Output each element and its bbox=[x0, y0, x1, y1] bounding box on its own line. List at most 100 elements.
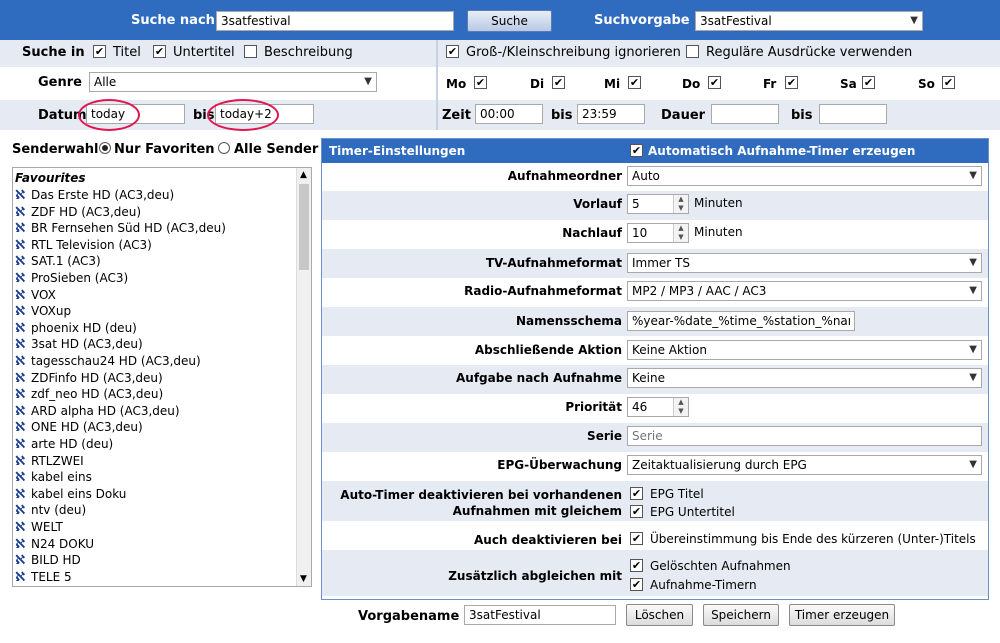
save-button[interactable]: Speichern bbox=[703, 604, 779, 626]
search-button[interactable]: Suche bbox=[467, 10, 552, 32]
list-item[interactable]: ℵ BR Fernsehen Süd HD (AC3,deu) bbox=[15, 221, 295, 237]
day-do-checkbox[interactable] bbox=[708, 76, 721, 89]
search-in-subtitle-checkbox[interactable] bbox=[153, 45, 166, 58]
delete-button[interactable]: Löschen bbox=[626, 604, 693, 626]
list-item[interactable]: ℵ kabel eins bbox=[15, 470, 295, 486]
channel-name: RTL Television (AC3) bbox=[31, 237, 152, 252]
extra-deleted-checkbox[interactable] bbox=[630, 559, 643, 572]
channel-name: kabel eins bbox=[31, 470, 92, 485]
day-fr-checkbox[interactable] bbox=[785, 76, 798, 89]
channel-list[interactable]: Favourites ℵ Das Erste HD (AC3,deu) ℵ ZDF H… bbox=[12, 167, 312, 587]
ignore-case-checkbox[interactable] bbox=[446, 45, 459, 58]
folder-select[interactable]: Auto ▼ bbox=[627, 166, 982, 186]
satellite-channel-icon: ℵ bbox=[15, 287, 26, 303]
list-item[interactable]: ℵ ONE HD (AC3,deu) bbox=[15, 420, 295, 436]
pre-value: 5 bbox=[632, 197, 640, 211]
scroll-thumb[interactable] bbox=[299, 184, 309, 270]
channel-select-label: Senderwahl bbox=[12, 142, 99, 157]
stepper-arrows-icon[interactable]: ▲ ▼ bbox=[673, 195, 688, 213]
day-di-checkbox[interactable] bbox=[552, 76, 565, 89]
auto-timer-checkbox[interactable] bbox=[630, 144, 643, 157]
list-item[interactable]: ℵ N24 DOKU bbox=[15, 537, 295, 553]
chevron-down-icon: ▼ bbox=[364, 76, 372, 87]
name-scheme-input[interactable] bbox=[627, 311, 855, 331]
genre-select-value: Alle bbox=[94, 75, 117, 89]
day-mo-checkbox[interactable] bbox=[474, 76, 487, 89]
search-input[interactable] bbox=[216, 11, 454, 31]
channel-name: BILD HD bbox=[31, 553, 81, 568]
list-item[interactable]: ℵ ARD alpha HD (AC3,deu) bbox=[15, 404, 295, 420]
duration-to-input[interactable] bbox=[819, 104, 887, 124]
post-label: Nachlauf bbox=[562, 226, 622, 240]
task-value: Keine bbox=[632, 371, 665, 385]
satellite-channel-icon: ℵ bbox=[15, 304, 26, 320]
list-item[interactable]: ℵ Das Erste HD (AC3,deu) bbox=[15, 188, 295, 204]
channel-name: zdf_neo HD (AC3,deu) bbox=[31, 387, 164, 402]
folder-select-value: Auto bbox=[632, 169, 660, 183]
preset-select[interactable]: 3satFestival ▼ bbox=[695, 11, 923, 31]
list-item[interactable]: ℵ arte HD (deu) bbox=[15, 437, 295, 453]
stepper-arrows-icon[interactable]: ▲ ▼ bbox=[673, 224, 688, 242]
deactivate-epg-subtitle-checkbox[interactable] bbox=[630, 505, 643, 518]
preset-name-input[interactable] bbox=[464, 605, 616, 625]
list-item[interactable]: ℵ 3sat HD (AC3,deu) bbox=[15, 337, 295, 353]
channel-list-scrollbar[interactable]: ▲ ▼ bbox=[296, 168, 311, 586]
list-item[interactable]: ℵ ZDF HD (AC3,deu) bbox=[15, 205, 295, 221]
tv-format-select[interactable]: Immer TS ▼ bbox=[627, 253, 982, 273]
list-item[interactable]: ℵ tagesschau24 HD (AC3,deu) bbox=[15, 354, 295, 370]
list-item[interactable]: ℵ ProSieben (AC3) bbox=[15, 271, 295, 287]
priority-stepper[interactable]: 46 ▲ ▼ bbox=[627, 397, 689, 417]
search-in-description-checkbox[interactable] bbox=[244, 45, 257, 58]
time-to-input[interactable] bbox=[577, 104, 645, 124]
day-sa-checkbox[interactable] bbox=[862, 76, 875, 89]
time-from-input[interactable] bbox=[475, 104, 543, 124]
task-label: Aufgabe nach Aufnahme bbox=[456, 371, 622, 385]
search-in-title-checkbox[interactable] bbox=[93, 45, 106, 58]
channel-name: Das Erste HD (AC3,deu) bbox=[31, 188, 175, 202]
task-select[interactable]: Keine ▼ bbox=[627, 368, 982, 388]
chevron-down-icon: ▼ bbox=[969, 257, 977, 268]
satellite-channel-icon: ℵ bbox=[15, 188, 26, 203]
list-item[interactable]: ℵ ZDFinfo HD (AC3,deu) bbox=[15, 371, 295, 387]
duration-from-input[interactable] bbox=[711, 104, 779, 124]
epg-select[interactable]: Zeitaktualisierung durch EPG ▼ bbox=[627, 455, 982, 475]
regex-checkbox[interactable] bbox=[686, 45, 699, 58]
stepper-arrows-icon[interactable]: ▲ ▼ bbox=[673, 398, 688, 416]
list-item[interactable]: ℵ SAT.1 (AC3) bbox=[15, 254, 295, 270]
radio-favorites[interactable] bbox=[99, 142, 111, 154]
search-in-label: Suche in bbox=[22, 45, 85, 60]
deactivate-epg-title-checkbox[interactable] bbox=[630, 487, 643, 500]
list-item[interactable]: ℵ RTLZWEI bbox=[15, 454, 295, 470]
list-item[interactable]: ℵ RTL Television (AC3) bbox=[15, 238, 295, 254]
scroll-up-icon[interactable]: ▲ bbox=[300, 170, 307, 180]
list-item[interactable]: ℵ WELT bbox=[15, 520, 295, 536]
list-item[interactable]: ℵ ntv (deu) bbox=[15, 503, 295, 519]
series-input[interactable] bbox=[627, 426, 982, 446]
satellite-channel-icon: ℵ bbox=[15, 437, 26, 452]
deactivate-label-2: Aufnahmen mit gleichem bbox=[452, 504, 622, 518]
day-mi-checkbox[interactable] bbox=[628, 76, 641, 89]
list-item[interactable]: ℵ VOXup bbox=[15, 304, 295, 320]
day-so-checkbox[interactable] bbox=[942, 76, 955, 89]
final-action-select[interactable]: Keine Aktion ▼ bbox=[627, 340, 982, 360]
pre-stepper[interactable]: 5 ▲ ▼ bbox=[627, 194, 689, 214]
radio-all[interactable] bbox=[218, 142, 230, 154]
scroll-down-icon[interactable]: ▼ bbox=[300, 574, 307, 584]
duration-label: Dauer bbox=[661, 108, 706, 123]
create-timer-button[interactable]: Timer erzeugen bbox=[789, 604, 895, 626]
post-stepper[interactable]: 10 ▲ ▼ bbox=[627, 223, 689, 243]
channel-name: WELT bbox=[31, 520, 63, 534]
also-deactivate-checkbox[interactable] bbox=[630, 532, 643, 545]
satellite-channel-icon: ℵ bbox=[15, 221, 26, 237]
list-item[interactable]: ℵ zdf_neo HD (AC3,deu) bbox=[15, 387, 295, 403]
list-item[interactable]: ℵ phoenix HD (deu) bbox=[15, 321, 295, 337]
radio-format-select[interactable]: MP2 / MP3 / AAC / AC3 ▼ bbox=[627, 281, 982, 301]
auto-timer-label: Automatisch Aufnahme-Timer erzeugen bbox=[648, 144, 916, 158]
genre-select[interactable]: Alle ▼ bbox=[89, 72, 377, 92]
satellite-channel-icon: ℵ bbox=[15, 337, 26, 353]
list-item[interactable]: ℵ VOX bbox=[15, 288, 295, 304]
list-item[interactable]: ℵ kabel eins Doku bbox=[15, 487, 295, 503]
list-item[interactable]: ℵ BILD HD bbox=[15, 553, 295, 569]
list-item[interactable]: ℵ TELE 5 bbox=[15, 570, 295, 586]
extra-timers-checkbox[interactable] bbox=[630, 578, 643, 591]
